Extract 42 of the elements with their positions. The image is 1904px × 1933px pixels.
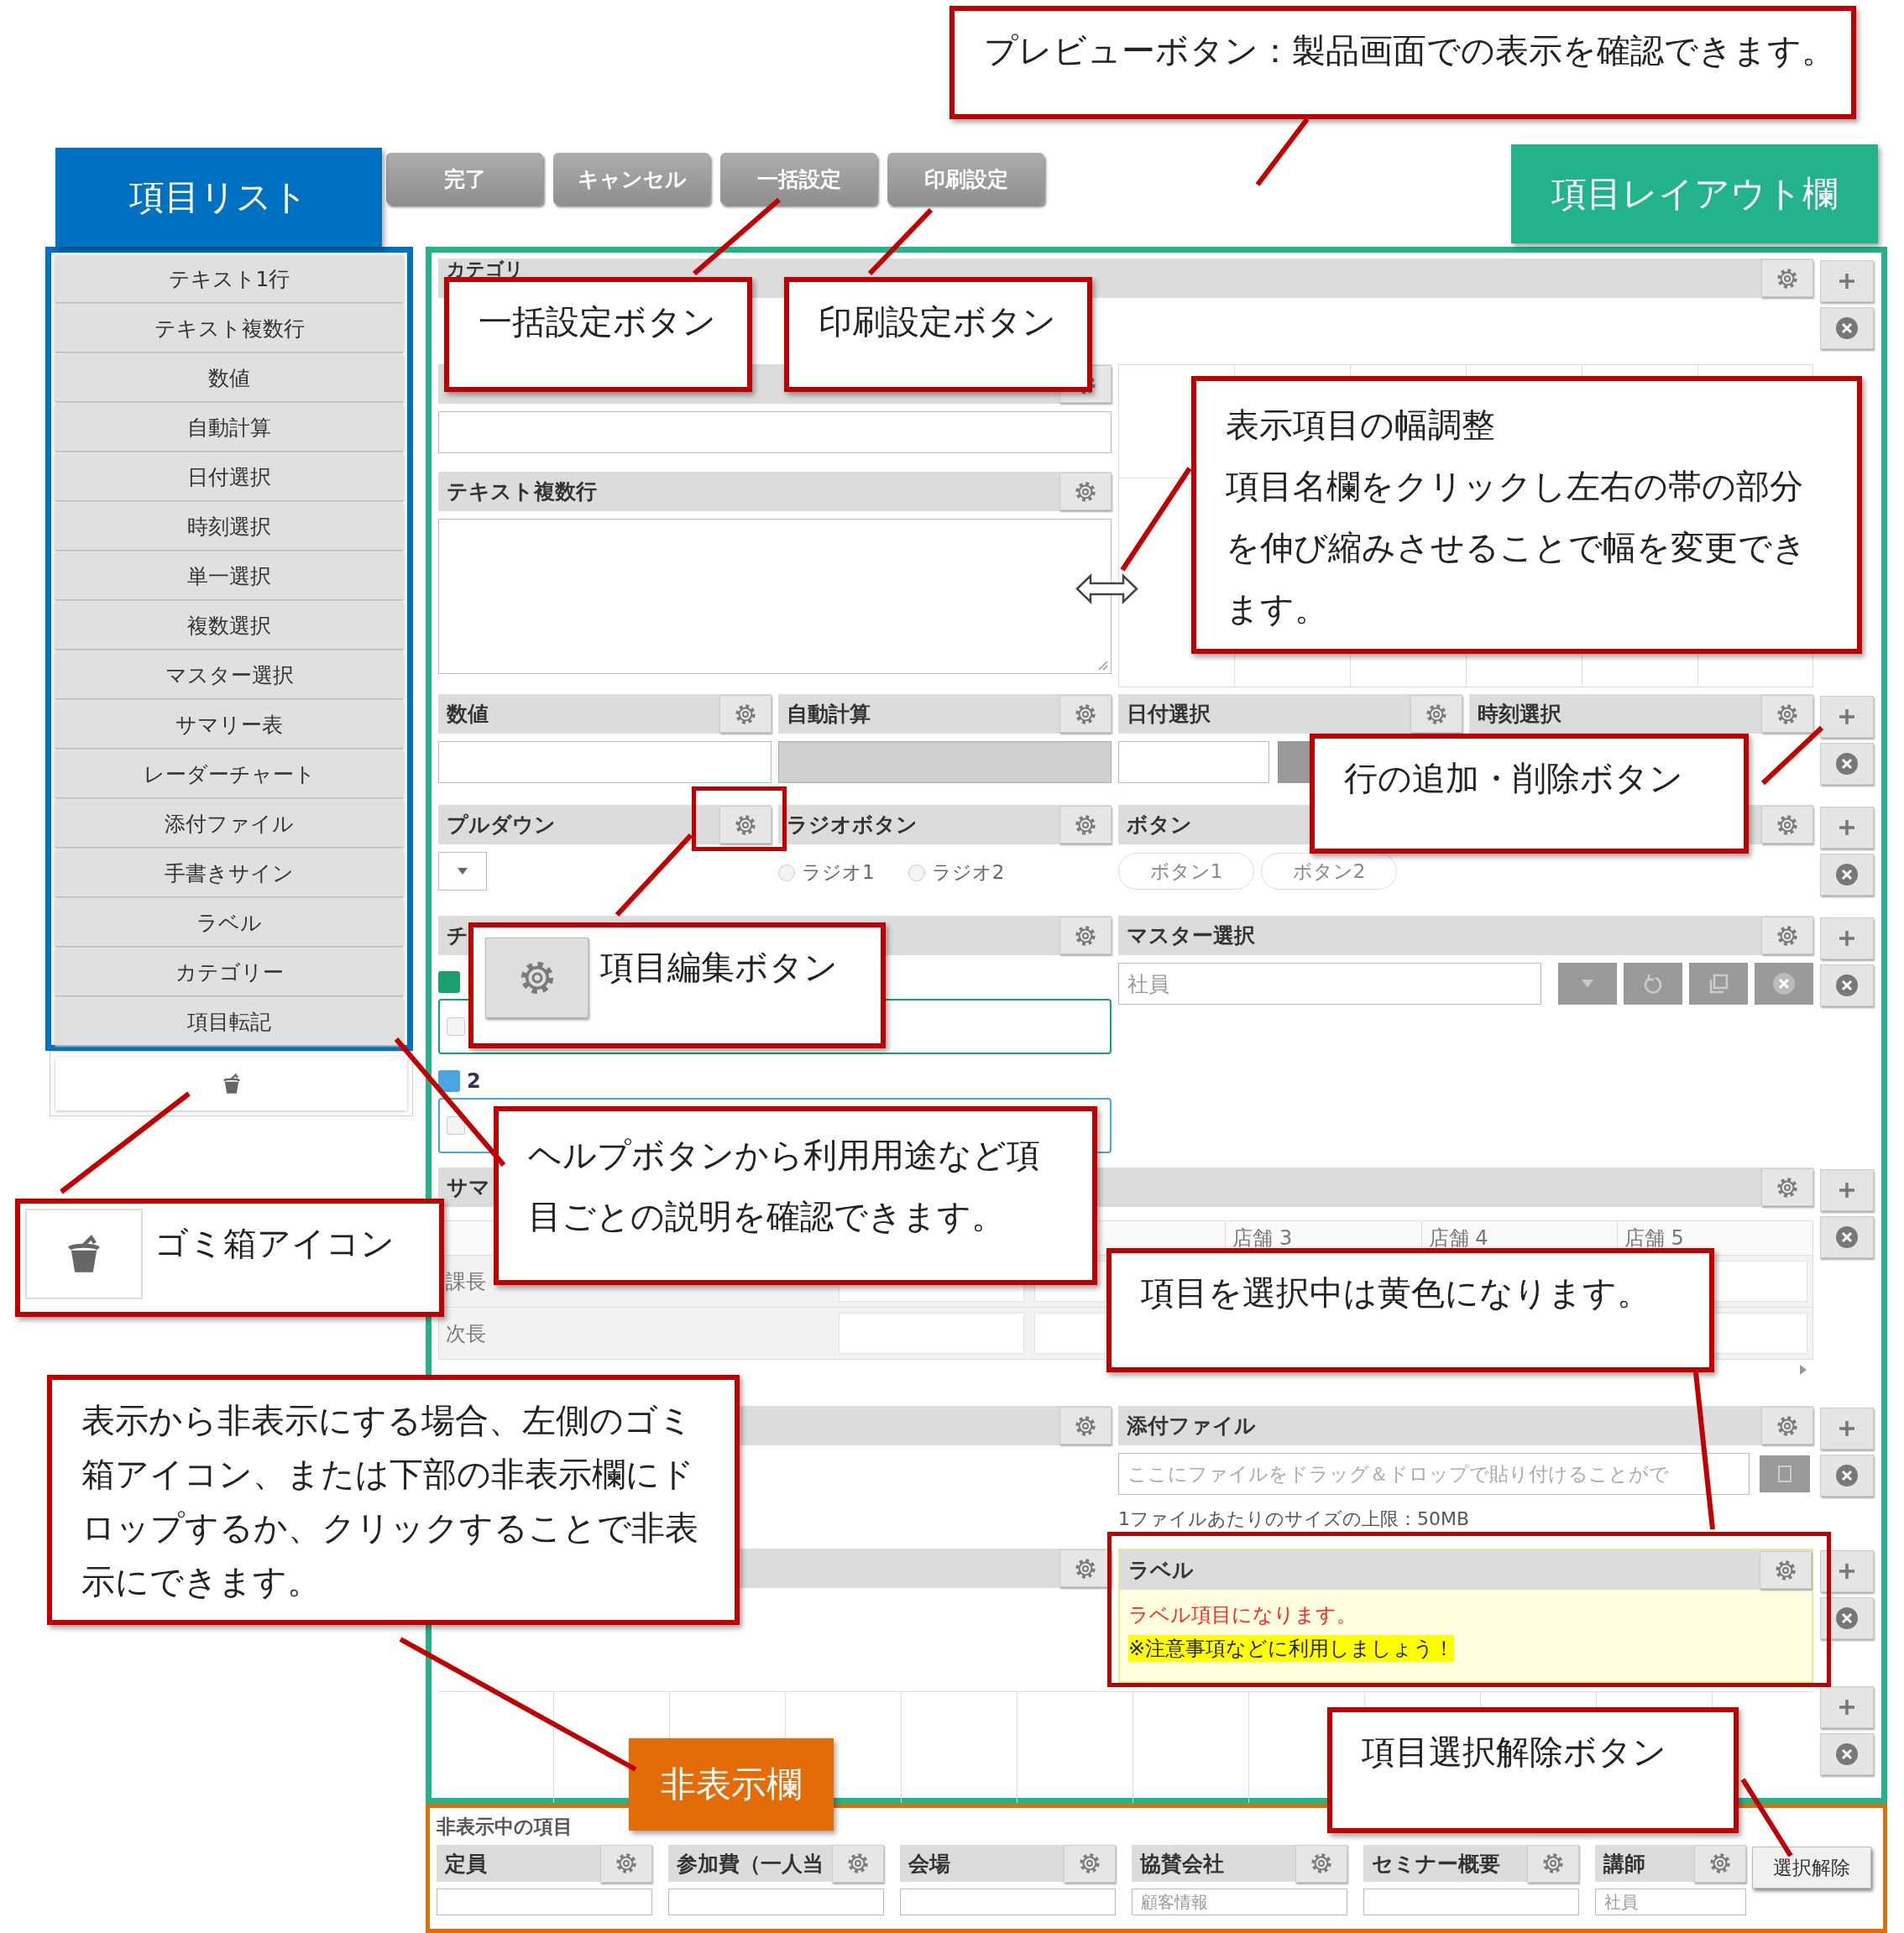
field-label: 日付選択 <box>1126 701 1211 728</box>
callout-text: 項目選択解除ボタン <box>1362 1732 1667 1773</box>
radio-label: ラジオ2 <box>931 860 1005 885</box>
label-text: ラベル項目になります。 <box>1128 1602 1357 1628</box>
callout-text: 表示から非表示にする場合、左側のゴミ箱アイコン、または下部の非表示欄にドロップするか、クリックすることで非表示にできます。 <box>81 1400 699 1602</box>
callout-text: 印刷設定ボタン <box>819 301 1057 342</box>
field-label: カテゴリ <box>446 259 524 280</box>
callout-label-tooltip: 項目レイアウト欄 <box>1511 144 1878 243</box>
field-label: 参加費（一人当 <box>676 1850 824 1878</box>
callout-label-tooltip: 項目リスト <box>55 148 382 247</box>
field-label: 協賛会社 <box>1139 1850 1224 1878</box>
field-label: 自動計算 <box>786 701 871 728</box>
field-label: マスター選択 <box>1126 922 1255 949</box>
field-label: ラベル <box>1127 1557 1194 1584</box>
field-label: ボタン <box>1126 812 1192 839</box>
field-label: セミナー概要 <box>1371 1850 1500 1878</box>
callout-text: 一括設定ボタン <box>479 301 717 342</box>
field-label: プルダウン <box>446 812 556 839</box>
callout-text: ゴミ箱アイコン <box>154 1223 395 1264</box>
field-label: 定員 <box>443 1850 487 1878</box>
callout-title: 表示項目の幅調整 <box>1226 405 1496 446</box>
callout-text: 項目を選択中は黄色になります。 <box>1141 1272 1651 1314</box>
radio-label: ラジオ1 <box>802 860 875 885</box>
callout-text: 項目編集ボタン <box>600 947 838 988</box>
file-size-note: 1ファイルあたりのサイズの上限：50MB <box>1118 1507 1471 1531</box>
field-label: 会場 <box>908 1850 950 1878</box>
callout-text: プレビューボタン：製品画面での表示を確認できます。 <box>984 30 1836 71</box>
callout-text: ヘルプボタンから利用用途など項目ごとの説明を確認できます。 <box>528 1135 1041 1237</box>
field-label: 講師 <box>1602 1850 1645 1878</box>
label-text: ※注意事項などに利用しましょう！ <box>1128 1635 1455 1662</box>
field-label: 添付ファイル <box>1126 1413 1256 1439</box>
choice-label: 2 <box>467 1069 481 1093</box>
callout-text: 行の追加・削除ボタン <box>1344 758 1684 799</box>
field-label: 数値 <box>446 701 489 728</box>
field-label: 時刻選択 <box>1477 701 1561 728</box>
field-label: ラジオボタン <box>786 812 918 839</box>
callout-label-tooltip: 非表示欄 <box>629 1738 834 1831</box>
field-label: サマ <box>446 1174 490 1201</box>
callout-text: 項目名欄をクリックし左右の帯の部分を伸び縮みさせることで幅を変更できます。 <box>1226 466 1807 630</box>
field-label: テキスト複数行 <box>446 478 597 505</box>
field-label: チ <box>446 922 468 949</box>
panel-title: 非表示中の項目 <box>437 1814 573 1839</box>
